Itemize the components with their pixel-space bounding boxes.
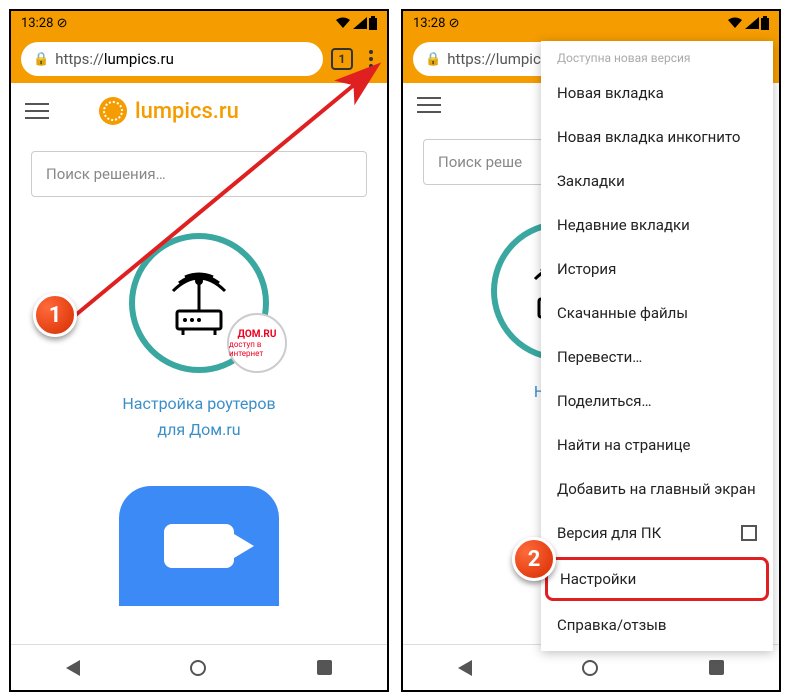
lock-icon: 🔒 xyxy=(425,52,441,67)
status-icons xyxy=(335,16,377,30)
recents-button[interactable] xyxy=(317,660,332,675)
back-button[interactable] xyxy=(66,660,80,676)
logo-orange-icon xyxy=(99,97,127,125)
menu-help[interactable]: Справка/отзыв xyxy=(541,603,773,647)
browser-toolbar: 🔒 https://lumpics.ru 1 xyxy=(11,35,387,83)
badge-main: ДОМ.RU xyxy=(238,329,277,340)
menu-incognito[interactable]: Новая вкладка инкогнито xyxy=(541,115,773,159)
status-icons xyxy=(727,16,769,30)
checkbox-icon[interactable] xyxy=(741,525,757,541)
recents-button[interactable] xyxy=(709,660,724,675)
phone-screenshot-left: 13:28 ⊘ 🔒 https://lumpics.ru 1 lumpics.r… xyxy=(9,9,389,692)
status-time-group: 13:28 ⊘ xyxy=(21,16,68,31)
menu-bookmarks[interactable]: Закладки xyxy=(541,159,773,203)
hamburger-icon[interactable] xyxy=(25,103,49,119)
wifi-icon xyxy=(727,17,743,29)
no-sim-icon: ⊘ xyxy=(449,16,460,31)
home-button[interactable] xyxy=(582,660,598,676)
menu-history[interactable]: История xyxy=(541,247,773,291)
menu-downloads[interactable]: Скачанные файлы xyxy=(541,291,773,335)
menu-find[interactable]: Найти на странице xyxy=(541,423,773,467)
hamburger-icon[interactable] xyxy=(417,97,441,113)
status-bar: 13:28 ⊘ xyxy=(403,11,779,35)
menu-share[interactable]: Поделиться… xyxy=(541,379,773,423)
logo-text: lumpics.ru xyxy=(135,99,239,124)
status-bar: 13:28 ⊘ xyxy=(11,11,387,35)
menu-settings[interactable]: Настройки xyxy=(545,557,769,601)
url-truncated: https://lumpics. xyxy=(447,50,552,68)
site-logo[interactable]: lumpics.ru xyxy=(99,97,239,125)
url-text: https://lumpics.ru xyxy=(55,50,174,68)
page-content: lumpics.ru Поиск решения… ДОМ.RU xyxy=(11,83,387,644)
lock-icon: 🔒 xyxy=(33,52,49,67)
menu-new-tab[interactable]: Новая вкладка xyxy=(541,71,773,115)
menu-header: Доступна новая версия xyxy=(541,41,773,71)
status-time: 13:28 xyxy=(21,16,53,31)
menu-recent-tabs[interactable]: Недавние вкладки xyxy=(541,203,773,247)
phone-screenshot-right: 13:28 ⊘ 🔒 https://lumpics. Поиск реше xyxy=(401,9,781,692)
menu-translate[interactable]: Перевести… xyxy=(541,335,773,379)
menu-desktop-label: Версия для ПК xyxy=(557,524,661,542)
url-domain: lumpics.ru xyxy=(104,50,174,68)
menu-desktop-version[interactable]: Версия для ПК xyxy=(541,511,773,555)
badge-sub: доступ в интернет xyxy=(229,340,285,358)
domru-badge: ДОМ.RU доступ в интернет xyxy=(227,313,287,373)
caption-line1: Настройка роутеров xyxy=(122,391,275,417)
tab-count-button[interactable]: 1 xyxy=(331,48,353,70)
home-button[interactable] xyxy=(190,660,206,676)
status-time: 13:28 xyxy=(413,16,445,31)
caption-line2: для Дом.ru xyxy=(122,417,275,443)
search-input[interactable]: Поиск решения… xyxy=(31,151,367,197)
signal-icon xyxy=(353,17,367,29)
address-bar[interactable]: 🔒 https://lumpics.ru xyxy=(21,42,323,76)
card-caption: Настройка роутеров для Дом.ru xyxy=(122,391,275,442)
no-sim-icon: ⊘ xyxy=(57,16,68,31)
battery-icon xyxy=(369,16,377,30)
camera-icon xyxy=(164,524,234,568)
step-badge-1: 1 xyxy=(33,293,77,337)
android-nav-bar xyxy=(11,644,387,690)
signal-icon xyxy=(745,17,759,29)
battery-icon xyxy=(761,16,769,30)
site-header: lumpics.ru xyxy=(11,83,387,133)
router-circle-icon: ДОМ.RU доступ в интернет xyxy=(129,233,269,373)
router-icon xyxy=(159,263,239,343)
zoom-tile[interactable] xyxy=(119,486,279,606)
menu-add-home[interactable]: Добавить на главный экран xyxy=(541,467,773,511)
more-menu-button[interactable] xyxy=(361,50,381,68)
url-text: https://lumpics. xyxy=(447,50,552,68)
url-prefix: https:// xyxy=(55,50,104,68)
overflow-menu: Доступна новая версия Новая вкладка Нова… xyxy=(541,41,773,651)
step-badge-2: 2 xyxy=(512,537,556,581)
status-time-group: 13:28 ⊘ xyxy=(413,16,460,31)
featured-card[interactable]: ДОМ.RU доступ в интернет Настройка роуте… xyxy=(11,233,387,606)
back-button[interactable] xyxy=(458,660,472,676)
wifi-icon xyxy=(335,17,351,29)
